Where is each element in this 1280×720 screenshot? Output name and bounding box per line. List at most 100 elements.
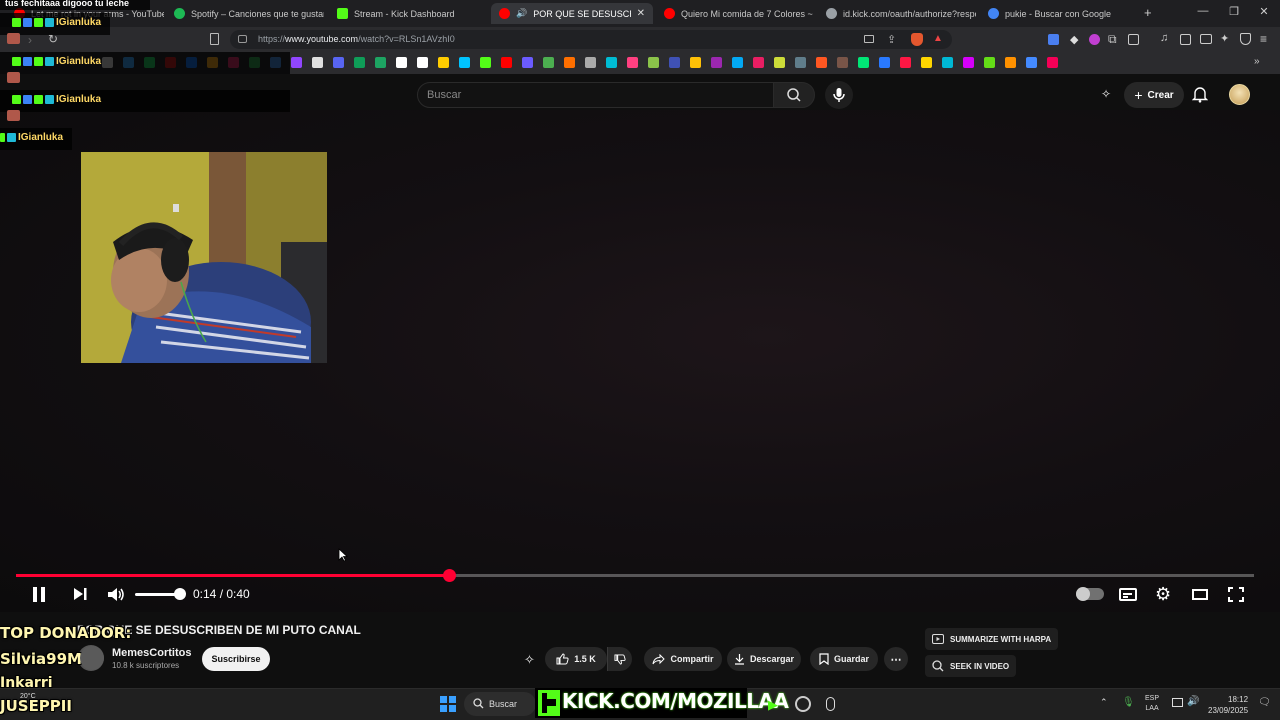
sidebar-icon[interactable] xyxy=(1180,34,1191,45)
bookmark-favicon-icon[interactable] xyxy=(501,57,512,68)
bookmark-favicon-icon[interactable] xyxy=(984,57,995,68)
tab-kick-oauth[interactable]: id.kick.com/oauth/authorize?respon xyxy=(818,3,976,24)
notification-center-icon[interactable]: 🗨 xyxy=(1258,697,1271,708)
bookmark-icon[interactable] xyxy=(210,33,219,45)
bookmark-favicon-icon[interactable] xyxy=(942,57,953,68)
like-button[interactable]: 1.5 K xyxy=(545,647,607,671)
bookmark-favicon-icon[interactable] xyxy=(459,57,470,68)
bookmark-favicon-icon[interactable] xyxy=(1026,57,1037,68)
music-icon[interactable]: ♫ xyxy=(1160,32,1168,44)
taskbar-app-icon[interactable]: ▶ xyxy=(768,697,778,713)
more-bookmarks-icon[interactable]: » xyxy=(1254,56,1260,67)
create-button[interactable]: + Crear xyxy=(1124,82,1184,108)
language-indicator[interactable]: ESP LAA xyxy=(1145,694,1159,714)
site-info-icon[interactable] xyxy=(238,35,247,43)
close-tab-icon[interactable]: ✕ xyxy=(637,8,645,19)
avatar[interactable] xyxy=(1229,84,1250,105)
bookmark-favicon-icon[interactable] xyxy=(690,57,701,68)
ai-icon[interactable]: ✦ xyxy=(1220,32,1229,45)
speaker-tray-icon[interactable]: 🔊 xyxy=(1187,696,1199,707)
bookmark-favicon-icon[interactable] xyxy=(354,57,365,68)
more-actions-icon[interactable]: ⋯ xyxy=(884,647,908,671)
obs-icon[interactable] xyxy=(795,696,811,712)
tray-chevron-icon[interactable]: ⌃ xyxy=(1100,697,1108,708)
bookmark-favicon-icon[interactable] xyxy=(564,57,575,68)
minimize-button[interactable]: — xyxy=(1195,5,1211,17)
url-text[interactable]: https://www.youtube.com/watch?v=RLSn1AVz… xyxy=(258,34,455,44)
bookmark-favicon-icon[interactable] xyxy=(816,57,827,68)
brave-rewards-icon[interactable]: ▲ xyxy=(933,33,943,44)
bookmark-favicon-icon[interactable] xyxy=(753,57,764,68)
save-button[interactable]: Guardar xyxy=(810,647,878,671)
volume-knob[interactable] xyxy=(174,588,186,600)
bookmark-favicon-icon[interactable] xyxy=(312,57,323,68)
forward-icon[interactable]: › xyxy=(28,33,32,47)
subtitles-icon[interactable] xyxy=(1119,588,1137,601)
bookmark-favicon-icon[interactable] xyxy=(291,57,302,68)
system-clock[interactable]: 18:12 23/09/2025 xyxy=(1208,694,1248,716)
tab-google-search[interactable]: pukie - Buscar con Google xyxy=(980,3,1138,24)
window-close-button[interactable]: ✕ xyxy=(1256,5,1272,18)
subscribe-button[interactable]: Suscribirse xyxy=(202,647,270,671)
bookmark-favicon-icon[interactable] xyxy=(627,57,638,68)
bookmark-favicon-icon[interactable] xyxy=(522,57,533,68)
extension-icon[interactable]: ◆ xyxy=(1070,33,1078,46)
bookmark-favicon-icon[interactable] xyxy=(795,57,806,68)
notifications-icon[interactable] xyxy=(1192,86,1208,103)
voice-search-button[interactable] xyxy=(825,81,853,109)
bookmark-favicon-icon[interactable] xyxy=(1005,57,1016,68)
theater-mode-icon[interactable] xyxy=(1192,589,1208,600)
windows-start-icon[interactable] xyxy=(440,696,456,712)
bookmark-favicon-icon[interactable] xyxy=(774,57,785,68)
puzzle-icon[interactable]: ⧉ xyxy=(1108,32,1117,47)
bookmark-favicon-icon[interactable] xyxy=(669,57,680,68)
bookmark-favicon-icon[interactable] xyxy=(879,57,890,68)
bookmark-favicon-icon[interactable] xyxy=(585,57,596,68)
mouse-app-icon[interactable] xyxy=(826,697,835,711)
bookmark-favicon-icon[interactable] xyxy=(900,57,911,68)
ai-summary-icon[interactable]: ✧ xyxy=(524,652,535,668)
bookmark-favicon-icon[interactable] xyxy=(732,57,743,68)
search-button[interactable] xyxy=(773,82,815,108)
vpn-icon[interactable] xyxy=(1240,33,1251,45)
bookmark-favicon-icon[interactable] xyxy=(375,57,386,68)
mute-button[interactable] xyxy=(107,587,125,602)
bookmark-favicon-icon[interactable] xyxy=(858,57,869,68)
bookmark-favicon-icon[interactable] xyxy=(438,57,449,68)
ai-sparkle-icon[interactable]: ✧ xyxy=(1101,87,1111,101)
bookmark-favicon-icon[interactable] xyxy=(417,57,428,68)
pause-button[interactable] xyxy=(31,586,47,603)
bookmark-favicon-icon[interactable] xyxy=(606,57,617,68)
wallet-icon[interactable] xyxy=(1200,34,1212,44)
bookmark-favicon-icon[interactable] xyxy=(963,57,974,68)
bookmark-favicon-icon[interactable] xyxy=(648,57,659,68)
bookmark-favicon-icon[interactable] xyxy=(480,57,491,68)
harpa-summarize-button[interactable]: SUMMARIZE WITH HARPA xyxy=(925,628,1059,650)
channel-name[interactable]: MemesCortitos xyxy=(112,647,191,659)
harpa-seek-button[interactable]: SEEK IN VIDEO xyxy=(925,655,1017,677)
network-icon[interactable] xyxy=(1172,698,1183,707)
tab-comida-video[interactable]: Quiero Mi comida de 7 Colores ~ M xyxy=(656,3,814,24)
tab-kick-dashboard[interactable]: Stream - Kick Dashboard xyxy=(329,3,487,24)
bookmark-favicon-icon[interactable] xyxy=(921,57,932,68)
fullscreen-icon[interactable] xyxy=(1228,587,1244,602)
bookmark-favicon-icon[interactable] xyxy=(1047,57,1058,68)
bookmark-favicon-icon[interactable] xyxy=(837,57,848,68)
next-button[interactable] xyxy=(72,587,88,601)
brave-shield-icon[interactable] xyxy=(911,33,923,46)
dislike-button[interactable] xyxy=(607,647,632,671)
tab-current-video[interactable]: 🔊 POR QUE SE DESUSCRIBEN D ✕ xyxy=(491,3,653,24)
search-input[interactable] xyxy=(417,82,774,108)
scrubber-handle[interactable] xyxy=(443,569,456,582)
share-button[interactable]: Compartir xyxy=(644,647,722,671)
bookmark-favicon-icon[interactable] xyxy=(543,57,554,68)
download-button[interactable]: Descargar xyxy=(727,647,801,671)
new-tab-button[interactable]: + xyxy=(1144,5,1152,20)
tab-spotify[interactable]: Spotify – Canciones que te gustan xyxy=(166,3,324,24)
menu-icon[interactable]: ≡ xyxy=(1260,32,1267,46)
share-icon[interactable]: ⇪ xyxy=(887,33,896,46)
extension-icon[interactable] xyxy=(1089,34,1100,45)
microphone-tray-icon[interactable]: 🎙 xyxy=(1122,697,1135,708)
extension-icon[interactable] xyxy=(1128,34,1139,45)
autoplay-toggle[interactable] xyxy=(1076,587,1104,601)
